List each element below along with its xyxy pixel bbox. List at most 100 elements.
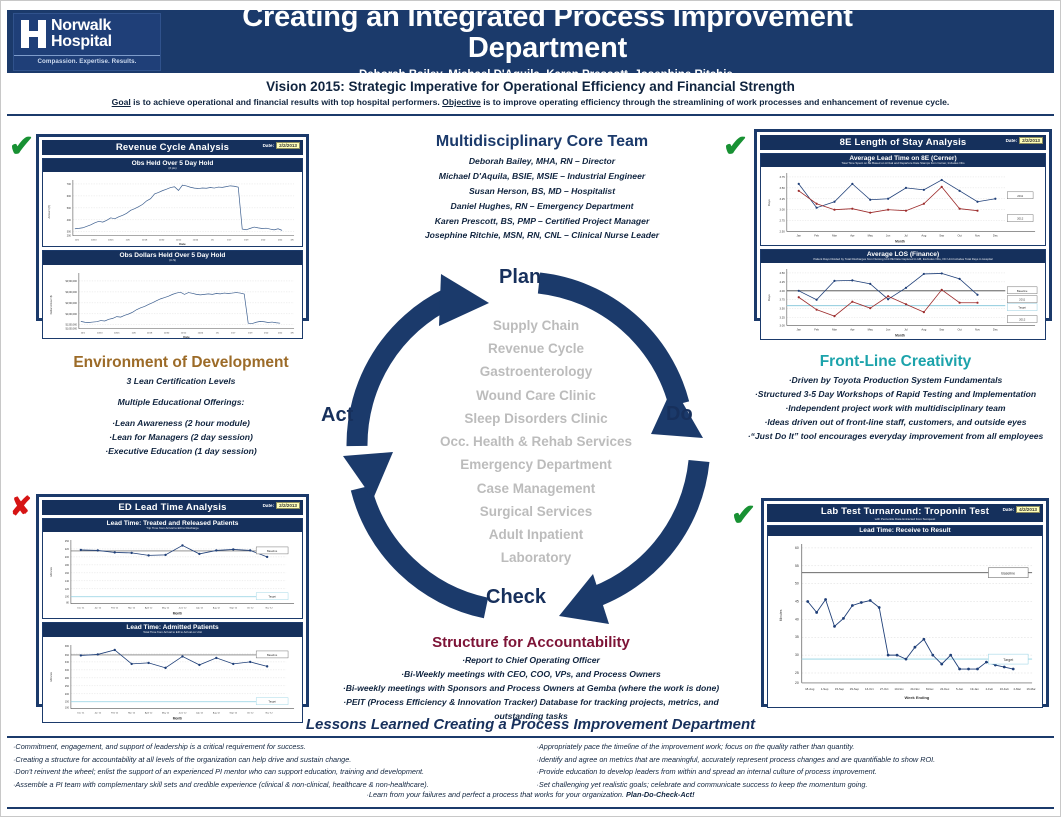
svg-text:1/17: 1/17 [231,332,236,334]
legend-target: Target [988,654,1029,665]
plot-avg-lead-time-8e: 3.75 3.50 3.25 3.00 2.75 2.50 Jan Feb Mar Apr M… [761,167,1045,244]
subchart-subtitle: Trip Time from Arrival to ED to Discharg… [146,526,199,531]
svg-text:5-Jan: 5-Jan [956,687,964,691]
svg-text:200: 200 [67,235,72,238]
svg-text:11/6: 11/6 [132,332,137,334]
frontline-title: Front-Line Creativity [819,353,972,370]
svg-text:Aug: Aug [921,328,926,332]
subchart-title: Lead Time: Receive to Result [859,527,951,534]
svg-text:Apr: Apr [850,234,854,238]
core-team-member: Michael D'Aquila, BSIE, MSIE – Industria… [438,171,646,182]
svg-text:1/5: 1/5 [216,332,220,334]
svg-text:Sept '12: Sept '12 [229,711,237,714]
svg-text:Target: Target [268,595,276,599]
svg-text:$1,500,000: $1,500,000 [65,324,77,326]
svg-text:8-Dec: 8-Dec [926,687,934,691]
frontline-bullet: ·Structured 3-5 Day Workshops of Rapid T… [754,388,1037,399]
svg-text:2.75: 2.75 [779,219,785,223]
subchart-header-obs-held: Obs Held Over 5 Day Hold (# pts) [43,159,302,173]
svg-text:Minutes: Minutes [779,609,783,621]
svg-text:Feb: Feb [814,328,819,332]
svg-text:2-Feb: 2-Feb [986,687,994,691]
svg-text:Month: Month [895,334,905,338]
svg-text:1/29: 1/29 [244,240,249,242]
panel-title-lab: Lab Test Turnaround: Troponin Test [820,505,990,517]
svg-text:$1,000,000: $1,000,000 [65,328,77,330]
svg-text:May '12: May '12 [162,712,170,714]
svg-text:Nov '12: Nov '12 [266,712,274,714]
svg-text:200: 200 [65,556,70,559]
svg-text:Dec: Dec [993,328,999,332]
svg-text:3.00: 3.00 [779,324,785,328]
svg-text:180: 180 [65,564,70,567]
lesson-item: ·Creating a structure for accountability… [13,754,352,764]
svg-text:10-Nov: 10-Nov [894,687,904,691]
date-label: Date: [262,503,275,508]
department-item: Wound Care Clinic [476,387,596,403]
svg-text:280: 280 [65,676,70,679]
svg-text:Jul: Jul [904,234,908,238]
svg-text:Jan: Jan [796,234,801,238]
svg-text:Feb '12: Feb '12 [111,608,119,610]
subchart-header-obs-dollars: Obs Dollars Held Over 5 Day Hold (in $) [43,251,302,265]
department-item: Case Management [476,480,596,496]
svg-text:Target: Target [1003,658,1013,662]
svg-text:3/6: 3/6 [291,332,295,334]
svg-text:330: 330 [65,660,70,663]
front-line-creativity-block: Front-Line Creativity ·Driven by Toyota … [733,353,1058,443]
subchart-header-admitted: Lead Time: Admitted Patients Total Time … [43,623,302,637]
subchart-obs-held: Obs Held Over 5 Day Hold (# pts) 200 300 4… [42,158,303,248]
svg-text:Jul: Jul [904,328,908,332]
environment-bullet: ·Lean Awareness (2 hour module) [112,417,250,428]
goal-label: Goal [111,97,131,107]
legend-target: Target [1007,303,1038,312]
svg-text:Week Ending: Week Ending [904,695,929,700]
svg-text:Nov: Nov [975,328,981,332]
svg-text:1/29: 1/29 [248,332,253,334]
subchart-avg-los-finance: Average LOS (Finance) Patient Days Divid… [760,248,1046,340]
accountability-bullet: ·Bi-Weekly meetings with CEO, COO, VPs, … [401,669,661,680]
lessons-column-left: ·Commitment, engagement, and support of … [7,741,531,791]
svg-text:May: May [868,328,874,332]
norwalk-hospital-logo: Norwalk Hospital Compassion. Expertise. … [13,12,161,71]
svg-text:2.50: 2.50 [779,230,785,234]
legend-2011: 2011 [1007,295,1038,304]
svg-text:May '12: May '12 [162,608,170,610]
legend-target: Target [255,592,289,601]
svg-text:19-Jan: 19-Jan [970,687,979,691]
department-item: Supply Chain [492,318,580,333]
core-team-title: Multidisciplinary Core Team [435,133,649,150]
date-badge-ed: Date: 2/2/2013 [263,502,300,509]
svg-text:Aug '12: Aug '12 [213,711,221,714]
svg-text:July '12: July '12 [196,608,204,610]
svg-text:3.75: 3.75 [779,175,785,179]
svg-text:600: 600 [67,195,72,198]
svg-text:11/30: 11/30 [164,332,170,334]
environment-of-development-block: Environment of Development 3 Lean Certif… [26,354,336,458]
vision-subtitle: Goal is to achieve operational and finan… [7,97,1054,107]
svg-text:Sep: Sep [939,328,944,332]
svg-text:29-Sep: 29-Sep [850,687,860,691]
frontline-bullet: ·Driven by Toyota Production System Fund… [788,374,1003,385]
legend-target: Target [255,697,289,705]
svg-text:3.00: 3.00 [779,208,785,212]
panel-header-revenue: Revenue Cycle Analysis Date: 2/2/2013 [42,140,303,155]
svg-text:55: 55 [795,564,799,568]
lesson-item: ·Appropriately pace the timeline of the … [536,742,855,751]
department-item: Laboratory [500,550,572,566]
svg-text:300: 300 [67,231,72,234]
svg-text:140: 140 [65,580,70,583]
svg-text:Date: Date [179,243,186,246]
svg-text:3/6: 3/6 [291,240,295,242]
department-item: Gastroenterology [479,364,593,380]
svg-text:July '12: July '12 [196,712,204,714]
department-item: Revenue Cycle [487,341,585,357]
subchart-header-los-finance: Average LOS (Finance) Patient Days Divid… [761,249,1045,264]
svg-text:250: 250 [65,684,70,687]
svg-text:Feb: Feb [814,234,819,238]
svg-text:Apr: Apr [850,328,854,332]
environment-line: Multiple Educational Offerings: [117,396,245,407]
lessons-footer: ·Learn from your failures and perfect a … [7,790,1054,799]
structure-for-accountability-block: Structure for Accountability ·Report to … [301,634,761,724]
plot-avg-los-finance: 4.50 4.25 4.00 3.75 3.50 3.25 3.00 Jan Feb Mar… [761,263,1045,338]
